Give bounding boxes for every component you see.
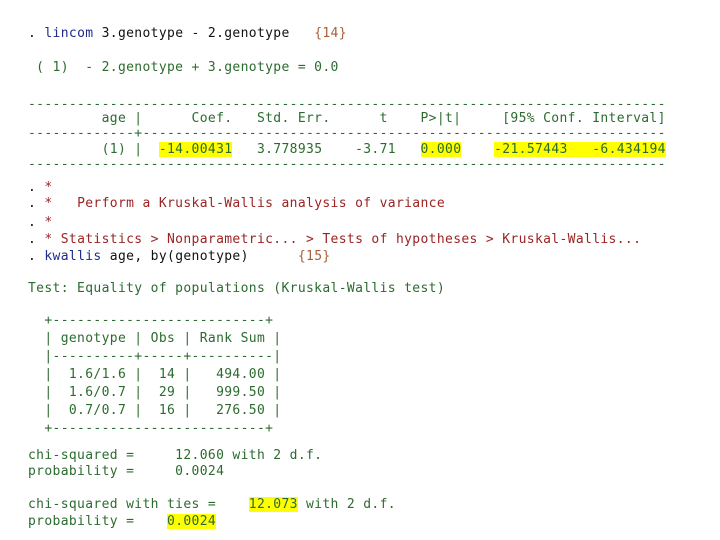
lincom-row-1-seg-1-highlighted: -14.00431	[158, 142, 233, 157]
lincom-rule-mid: -------------+--------------------------…	[28, 126, 666, 142]
chisq-ties-line-seg-0: chi-squared with ties =	[28, 497, 249, 512]
lincom-rule-bottom: ----------------------------------------…	[28, 157, 666, 173]
lincom-header: age | Coef. Std. Err. t P>|t| [95% Conf.…	[28, 111, 666, 127]
prob-ties-line-seg-1-highlighted: 0.0024	[167, 514, 217, 529]
chisq-line: chi-squared = 12.060 with 2 d.f.	[28, 448, 322, 464]
lincom-command-seg-0: .	[28, 26, 45, 41]
lincom-command-seg-2: 3.genotype - 2.genotype	[93, 26, 290, 41]
comment-perform-seg-1: * Perform a Kruskal-Wallis analysis of v…	[44, 196, 446, 211]
lincom-header-seg-0: age | Coef. Std. Err. t P>|t| [95% Conf.…	[28, 111, 666, 126]
comment-menupath: . * Statistics > Nonparametric... > Test…	[28, 232, 641, 248]
kw-box-top-seg-0: +--------------------------+	[28, 313, 274, 328]
comment-blank-2-seg-0: .	[28, 215, 45, 230]
comment-blank-1-seg-1: *	[44, 180, 53, 195]
comment-perform-seg-0: .	[28, 196, 45, 211]
chisq-line-seg-0: chi-squared = 12.060 with 2 d.f.	[28, 448, 323, 463]
lincom-rule-top-seg-0: ----------------------------------------…	[28, 97, 666, 112]
kw-box-bottom-seg-0: +--------------------------+	[28, 421, 274, 436]
kw-box-row-1-seg-0: | 1.6/1.6 | 14 | 494.00 |	[28, 367, 282, 382]
chisq-ties-line-seg-2: with 2 d.f.	[297, 497, 396, 512]
kwallis-command: . kwallis age, by(genotype) {15}	[28, 249, 331, 265]
constraint-line: ( 1) - 2.genotype + 3.genotype = 0.0	[28, 60, 339, 76]
lincom-row-1-seg-3-highlighted: 0.000	[420, 142, 462, 157]
comment-blank-1-seg-0: .	[28, 180, 45, 195]
kwallis-command-seg-3: {15}	[248, 249, 331, 264]
kw-box-bottom: +--------------------------+	[28, 421, 273, 437]
kwallis-command-seg-0: .	[28, 249, 45, 264]
comment-blank-2-seg-1: *	[44, 215, 53, 230]
kw-box-header-seg-0: | genotype | Obs | Rank Sum |	[28, 331, 282, 346]
comment-blank-1: . *	[28, 180, 53, 196]
comment-perform: . * Perform a Kruskal-Wallis analysis of…	[28, 196, 445, 212]
prob-line: probability = 0.0024	[28, 464, 224, 480]
kw-box-row-1: | 1.6/1.6 | 14 | 494.00 |	[28, 367, 281, 383]
prob-ties-line: probability = 0.0024	[28, 514, 217, 530]
comment-menupath-seg-0: .	[28, 232, 45, 247]
chisq-ties-line-seg-1-highlighted: 12.073	[248, 497, 298, 512]
kwallis-command-seg-1: kwallis	[44, 249, 102, 264]
comment-menupath-seg-1: * Statistics > Nonparametric... > Tests …	[44, 232, 642, 247]
prob-ties-line-seg-0: probability =	[28, 514, 168, 529]
chisq-ties-line: chi-squared with ties = 12.073 with 2 d.…	[28, 497, 396, 513]
comment-blank-2: . *	[28, 215, 53, 231]
kwallis-command-seg-2: age, by(genotype)	[101, 249, 249, 264]
lincom-rule-bottom-seg-0: ----------------------------------------…	[28, 157, 666, 172]
kw-box-rule-seg-0: |----------+-----+----------|	[28, 349, 282, 364]
lincom-command-seg-3: {14}	[289, 26, 347, 41]
constraint-line-seg-0: ( 1) - 2.genotype + 3.genotype = 0.0	[28, 60, 339, 75]
kw-box-top: +--------------------------+	[28, 313, 273, 329]
lincom-row-1-seg-2: 3.778935 -3.71	[232, 142, 421, 157]
kw-box-row-3-seg-0: | 0.7/0.7 | 16 | 276.50 |	[28, 403, 282, 418]
lincom-command-seg-1: lincom	[44, 26, 94, 41]
lincom-row-1-seg-5-highlighted: -21.57443 -6.434194	[494, 142, 666, 157]
lincom-rule-mid-seg-0: -------------+--------------------------…	[28, 126, 666, 141]
kw-box-row-2-seg-0: | 1.6/0.7 | 29 | 999.50 |	[28, 385, 282, 400]
stata-results-console[interactable]: . lincom 3.genotype - 2.genotype {14} ( …	[0, 0, 720, 540]
kw-box-row-2: | 1.6/0.7 | 29 | 999.50 |	[28, 385, 281, 401]
kw-box-header: | genotype | Obs | Rank Sum |	[28, 331, 281, 347]
prob-line-seg-0: probability = 0.0024	[28, 464, 225, 479]
kw-box-rule: |----------+-----+----------|	[28, 349, 281, 365]
kw-box-row-3: | 0.7/0.7 | 16 | 276.50 |	[28, 403, 281, 419]
kwallis-test-title: Test: Equality of populations (Kruskal-W…	[28, 281, 445, 297]
lincom-command: . lincom 3.genotype - 2.genotype {14}	[28, 26, 347, 42]
lincom-row-1: (1) | -14.00431 3.778935 -3.71 0.000 -21…	[28, 142, 666, 158]
lincom-row-1-seg-0: (1) |	[28, 142, 159, 157]
lincom-row-1-seg-4	[461, 142, 494, 157]
kwallis-test-title-seg-0: Test: Equality of populations (Kruskal-W…	[28, 281, 446, 296]
